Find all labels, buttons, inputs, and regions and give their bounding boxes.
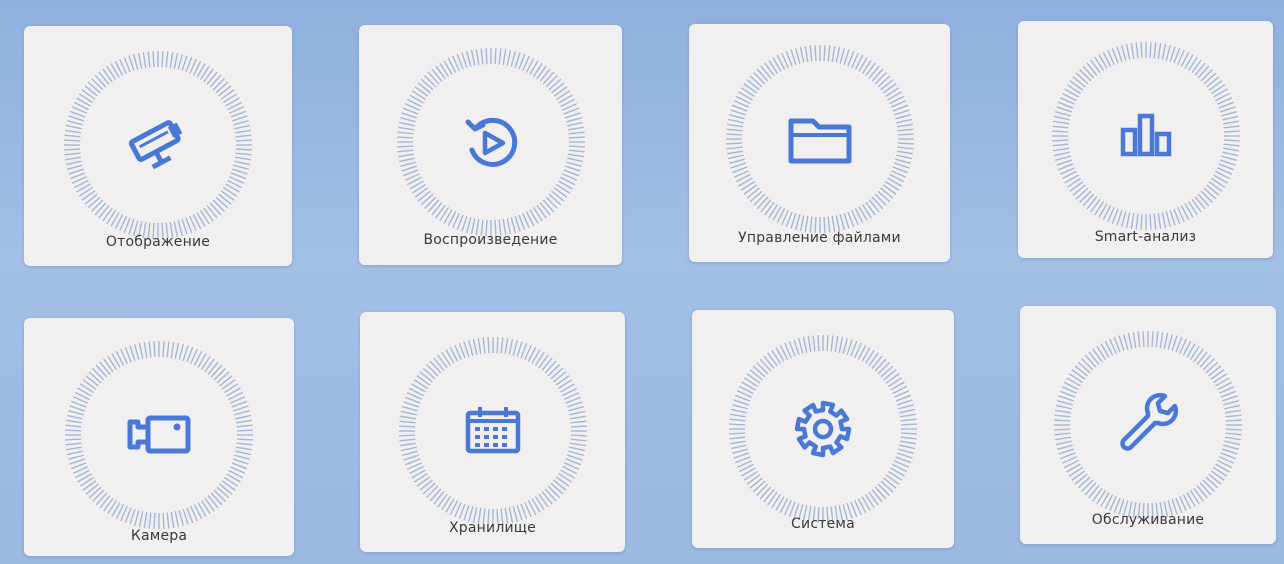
menu-tile-label: Система	[791, 516, 855, 532]
menu-tile-playback[interactable]: Воспроизведение	[359, 25, 622, 265]
wrench-icon	[1103, 378, 1193, 468]
menu-tile-label: Воспроизведение	[423, 232, 558, 248]
menu-tile-label: Хранилище	[449, 520, 536, 536]
menu-tile-storage[interactable]: Хранилище	[360, 312, 625, 552]
menu-tile-label: Обслуживание	[1091, 512, 1205, 528]
gear-icon	[778, 384, 868, 474]
menu-tile-camera[interactable]: Камера	[24, 318, 294, 556]
camera-icon	[114, 391, 204, 481]
bar-chart-icon	[1101, 90, 1191, 180]
calendar-storage-icon	[448, 387, 538, 477]
menu-tile-file-management[interactable]: Управление файлами	[689, 24, 950, 262]
folder-icon	[775, 95, 865, 185]
menu-tile-display[interactable]: Отображение	[24, 26, 292, 266]
menu-tile-system[interactable]: Система	[692, 310, 954, 548]
menu-tile-maintenance[interactable]: Обслуживание	[1020, 306, 1276, 544]
menu-tile-label: Управление файлами	[738, 230, 901, 246]
menu-tile-label: Камера	[130, 528, 188, 544]
cctv-camera-icon	[113, 100, 203, 190]
playback-icon	[446, 98, 536, 188]
main-menu-grid: Отображение Воспроизведение Управление ф…	[0, 0, 1284, 564]
menu-tile-label: Smart-анализ	[1094, 229, 1197, 245]
menu-tile-smart-analysis[interactable]: Smart-анализ	[1018, 21, 1273, 258]
menu-tile-label: Отображение	[105, 234, 211, 250]
